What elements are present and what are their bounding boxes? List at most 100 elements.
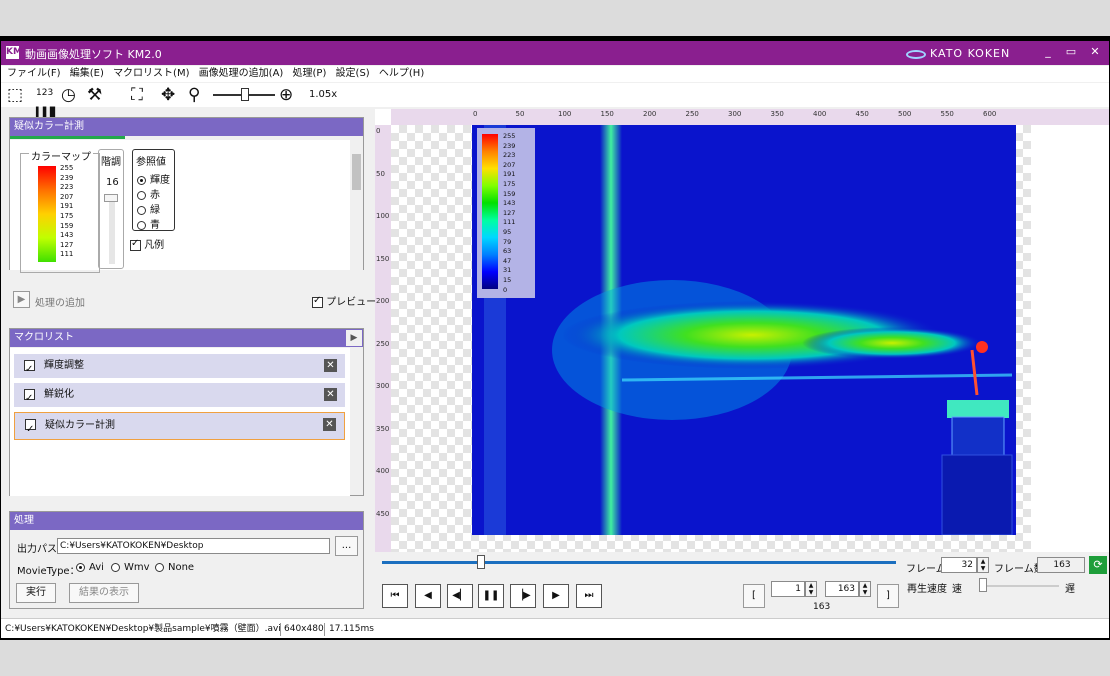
levels-slider[interactable] [109,194,115,264]
loop-icon[interactable]: ⟳ [1089,556,1107,574]
range-end-spinner[interactable]: ▲ ▼ [859,581,871,597]
ruler-tick-label: 300 [728,110,742,118]
speed-slider[interactable] [981,585,1059,587]
app-window: KM 動画画像処理ソフト KM2.0 KATO KOKEN _ ▭ ✕ ファイル… [1,41,1109,638]
remove-icon[interactable]: ✕ [324,388,337,401]
panel-scrollbar-thumb[interactable] [352,154,361,190]
close-button[interactable]: ✕ [1088,45,1102,58]
fit-window-icon[interactable]: ✥ [161,85,175,105]
zoom-slider-thumb[interactable] [241,88,249,101]
minimize-button[interactable]: _ [1041,45,1055,58]
step-forward-button[interactable]: ▕▶ [510,584,536,608]
range-start-mark-button[interactable]: [ [743,584,765,608]
ref-option-luminance[interactable]: 輝度 [137,171,170,186]
status-separator [280,623,281,636]
ref-radio[interactable] [137,175,146,185]
menu-edit[interactable]: 編集(E) [70,66,104,82]
menu-settings[interactable]: 設定(S) [336,66,370,82]
image-legend-value: 239 [503,141,516,150]
remove-icon[interactable]: ✕ [323,418,336,431]
macro-item-checkbox[interactable] [24,358,35,382]
wrench-icon[interactable]: ⚒ [87,85,102,105]
range-start-spinner[interactable]: ▲ ▼ [805,581,817,597]
colormap-gradient [38,166,56,262]
legend-checkbox[interactable] [130,238,141,251]
browse-button[interactable]: ... [335,536,358,556]
ruler-tick-label: 250 [685,110,699,118]
brand-name: KATO KOKEN [930,47,1011,60]
range-end-input[interactable]: 163 [825,581,859,597]
video-frame[interactable]: 255 239 223 207 191 175 159 143 127 111 95 79 63 47 31… [472,125,1016,535]
first-frame-button[interactable]: ⏮ [382,584,408,608]
toolbar: ⬚ 123 ▍▌▊ ◷ ⚒ ⛶ ✥ ⚲ ⊕ 1.05x [1,83,1109,118]
step-back-button[interactable]: ◀▏ [447,584,473,608]
range-start-input[interactable]: 1 [771,581,805,597]
movietype-avi[interactable]: Avi [76,562,104,573]
legend-checkbox-row[interactable]: 凡例 [130,236,164,251]
output-path-field[interactable]: C:¥Users¥KATOKOKEN¥Desktop [57,538,330,554]
zoom-in-icon[interactable]: ⊕ [279,85,293,105]
movietype-label: MovieType： [17,566,80,577]
maximize-button[interactable]: ▭ [1064,45,1078,58]
ref-radio[interactable] [137,220,146,230]
levels-slider-thumb[interactable] [104,194,118,202]
macro-run-icon[interactable]: ▶ [346,330,362,346]
colormap-value: 127 [60,240,74,249]
pause-button[interactable]: ❚❚ [478,584,504,608]
run-button[interactable]: 実行 [16,583,56,603]
ref-option-blue[interactable]: 青 [137,216,160,231]
select-area-icon[interactable]: ⬚ [7,85,23,105]
preview-label: プレビュー [326,297,377,308]
colormap-value: 111 [60,250,74,259]
clock-icon[interactable]: ◷ [61,85,76,105]
speed-label: 再生速度 [907,584,947,595]
frame-spinner[interactable]: ▲ ▼ [977,557,989,573]
add-process-button[interactable]: ▶ [13,291,30,308]
menu-process[interactable]: 処理(P) [293,66,327,82]
show-result-button[interactable]: 結果の表示 [69,583,139,603]
macro-item-selected[interactable]: 疑似カラー計測 ✕ [14,412,345,443]
movietype-radio[interactable] [155,562,164,572]
menu-file[interactable]: ファイル(F) [7,66,61,82]
macro-item[interactable]: 鮮鋭化 ✕ [14,383,345,411]
movietype-wmv[interactable]: Wmv [111,562,150,573]
ref-radio[interactable] [137,205,146,215]
seek-thumb[interactable] [477,555,485,569]
output-path-label: 出力パス [17,544,57,555]
movietype-none[interactable]: None [155,562,194,573]
macro-list-panel: マクロリスト ▶ 輝度調整 ✕ 鮮鋭化 ✕ 疑似カラー計測 ✕ [9,328,364,496]
image-legend-value: 111 [503,218,516,227]
ref-radio[interactable] [137,190,146,200]
remove-icon[interactable]: ✕ [324,359,337,372]
preview-checkbox-row[interactable]: プレビュー [312,293,376,308]
menu-add-processing[interactable]: 画像処理の追加(A) [199,66,284,82]
image-viewer[interactable]: 0 50 100 150 200 250 300 350 400 450 500 550 600 0 50… [375,109,1109,552]
panel-scrollbar[interactable] [350,140,363,270]
title-bar[interactable]: KM 動画画像処理ソフト KM2.0 KATO KOKEN _ ▭ ✕ [1,41,1109,65]
play-button[interactable]: ▶ [543,584,569,608]
speed-slider-thumb[interactable] [979,578,987,592]
macro-item[interactable]: 輝度調整 ✕ [14,354,345,382]
fit-frame-icon[interactable]: ⛶ [131,85,143,105]
frame-input[interactable]: 32 [941,557,977,573]
ref-option-red[interactable]: 赤 [137,186,160,201]
preview-checkbox[interactable] [312,295,323,308]
macro-item-checkbox[interactable] [25,417,36,443]
zoom-out-icon[interactable]: ⚲ [188,85,200,105]
menu-macro-list[interactable]: マクロリスト(M) [113,66,189,82]
ref-option-label: 赤 [150,190,160,201]
range-end-mark-button[interactable]: ] [877,584,899,608]
movietype-radio[interactable] [111,562,120,572]
process-header: 処理 [10,512,363,530]
macro-item-checkbox[interactable] [24,387,35,411]
prev-button[interactable]: ◀ [415,584,441,608]
movietype-radio[interactable] [76,562,85,572]
seek-bar[interactable] [382,561,896,564]
ruler-tick-label: 550 [940,110,954,118]
last-frame-button[interactable]: ⏭ [576,584,602,608]
frame-label: フレーム [906,564,946,575]
ruler-tick-label: 100 [376,212,390,220]
image-legend-gradient [482,134,498,289]
ref-option-green[interactable]: 緑 [137,201,160,216]
menu-help[interactable]: ヘルプ(H) [379,66,424,82]
